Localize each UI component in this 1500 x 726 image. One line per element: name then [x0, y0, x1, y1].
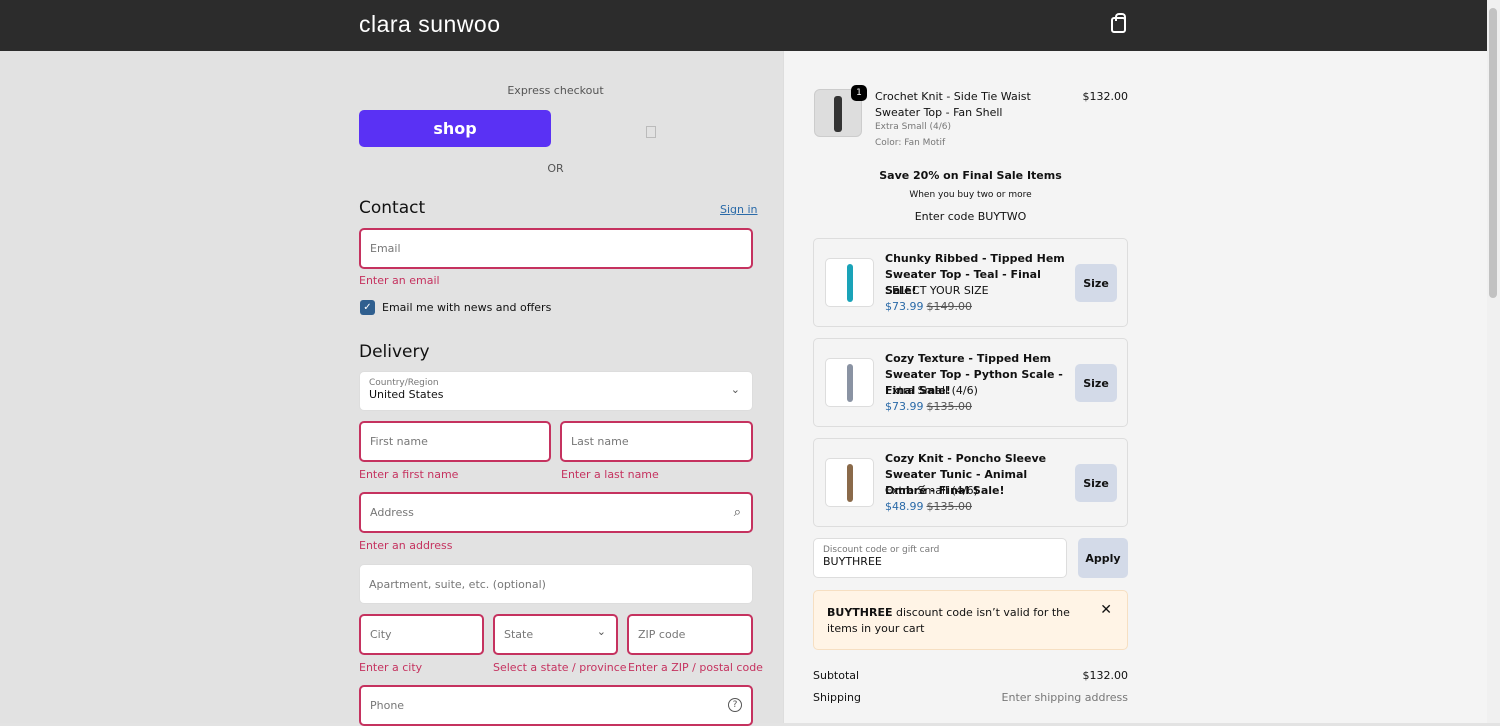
email-error: Enter an email: [359, 274, 440, 287]
apartment-field[interactable]: Apartment, suite, etc. (optional): [359, 564, 753, 604]
close-icon[interactable]: ✕: [1100, 602, 1112, 618]
product-figure: [847, 264, 853, 302]
promo-code: Enter code BUYTWO: [914, 210, 1027, 223]
phone-placeholder: Phone: [370, 699, 405, 712]
product-image: [825, 358, 874, 407]
promo-subtitle: When you buy two or more: [909, 190, 1032, 200]
shop-pay-button[interactable]: shop: [359, 110, 551, 147]
quantity-badge: 1: [851, 85, 867, 101]
original-price: $149.00: [926, 300, 973, 313]
contact-heading: Contact: [359, 198, 426, 218]
sale-price: $73.99: [885, 400, 924, 413]
discount-code-field[interactable]: Discount code or gift card BUYTHREE: [813, 538, 1067, 578]
product-price: $73.99 $149.00: [885, 300, 972, 313]
site-header: [0, 0, 1487, 51]
country-label: Country/Region: [369, 378, 439, 388]
broken-image-icon: [646, 126, 656, 138]
product-size: Extra Small (4/6): [885, 484, 978, 497]
state-error: Select a state / province: [493, 661, 627, 674]
product-figure: [847, 364, 853, 402]
newsletter-label: Email me with news and offers: [382, 301, 552, 314]
city-field[interactable]: City: [359, 614, 484, 655]
sale-price: $48.99: [885, 500, 924, 513]
discount-label: Discount code or gift card: [823, 545, 940, 555]
zip-field[interactable]: ZIP code: [627, 614, 753, 655]
cart-item-title: Crochet Knit - Side Tie Waist Sweater To…: [875, 90, 1031, 119]
product-figure: [847, 464, 853, 502]
product-figure: [834, 96, 842, 132]
upsell-card: Cozy Knit - Poncho Sleeve Sweater Tunic …: [813, 438, 1128, 527]
original-price: $135.00: [926, 400, 973, 413]
brand-logo[interactable]: clara sunwoo: [359, 11, 501, 38]
subtotal-label: Subtotal: [813, 669, 860, 682]
search-icon: ⌕: [733, 505, 741, 520]
express-checkout-label: Express checkout: [507, 84, 604, 97]
newsletter-checkbox[interactable]: ✓: [360, 300, 375, 315]
shipping-label: Shipping: [813, 691, 861, 704]
chevron-down-icon: ⌄: [730, 383, 740, 396]
upsell-card: Cozy Texture - Tipped Hem Sweater Top - …: [813, 338, 1128, 427]
state-select[interactable]: State ⌄: [493, 614, 618, 655]
first-name-error: Enter a first name: [359, 468, 459, 481]
address-placeholder: Address: [370, 506, 414, 519]
country-value: United States: [369, 388, 444, 401]
product-image: [825, 258, 874, 307]
first-name-field[interactable]: First name: [359, 421, 551, 462]
promo-title: Save 20% on Final Sale Items: [879, 169, 1062, 182]
email-field[interactable]: Email: [359, 228, 753, 269]
last-name-error: Enter a last name: [561, 468, 659, 481]
upsell-card: Chunky Ribbed - Tipped Hem Sweater Top -…: [813, 238, 1128, 327]
shopping-bag-icon[interactable]: [1111, 13, 1126, 33]
or-divider: OR: [547, 162, 564, 175]
address-error: Enter an address: [359, 539, 453, 552]
product-size: SELECT YOUR SIZE: [885, 284, 989, 297]
subtotal-value: $132.00: [1082, 669, 1129, 682]
country-select[interactable]: Country/Region United States ⌄: [359, 371, 753, 411]
product-image: [825, 458, 874, 507]
state-placeholder: State: [504, 628, 534, 641]
address-field[interactable]: Address ⌕: [359, 492, 753, 533]
delivery-heading: Delivery: [359, 342, 430, 362]
cart-item-size: Extra Small (4/6): [875, 122, 951, 132]
size-button[interactable]: Size: [1075, 464, 1117, 502]
scrollbar-thumb[interactable]: [1489, 8, 1497, 298]
phone-field[interactable]: Phone ?: [359, 685, 753, 726]
shipping-value: Enter shipping address: [1001, 691, 1128, 704]
cart-item-price: $132.00: [1082, 90, 1129, 103]
discount-error-alert: BUYTHREE discount code isn’t valid for t…: [813, 590, 1128, 650]
size-button[interactable]: Size: [1075, 364, 1117, 402]
city-error: Enter a city: [359, 661, 423, 674]
zip-error: Enter a ZIP / postal code: [628, 661, 763, 674]
sign-in-link[interactable]: Sign in: [720, 203, 758, 216]
discount-value: BUYTHREE: [823, 555, 882, 568]
help-icon[interactable]: ?: [728, 698, 742, 712]
alert-code: BUYTHREE: [827, 606, 893, 619]
product-price: $48.99 $135.00: [885, 500, 972, 513]
cart-item-color: Color: Fan Motif: [875, 138, 946, 148]
product-size: Extra Small (4/6): [885, 384, 978, 397]
original-price: $135.00: [926, 500, 973, 513]
sale-price: $73.99: [885, 300, 924, 313]
size-button[interactable]: Size: [1075, 264, 1117, 302]
last-name-field[interactable]: Last name: [560, 421, 753, 462]
product-price: $73.99 $135.00: [885, 400, 972, 413]
apply-button[interactable]: Apply: [1078, 538, 1128, 578]
chevron-down-icon: ⌄: [596, 625, 606, 638]
